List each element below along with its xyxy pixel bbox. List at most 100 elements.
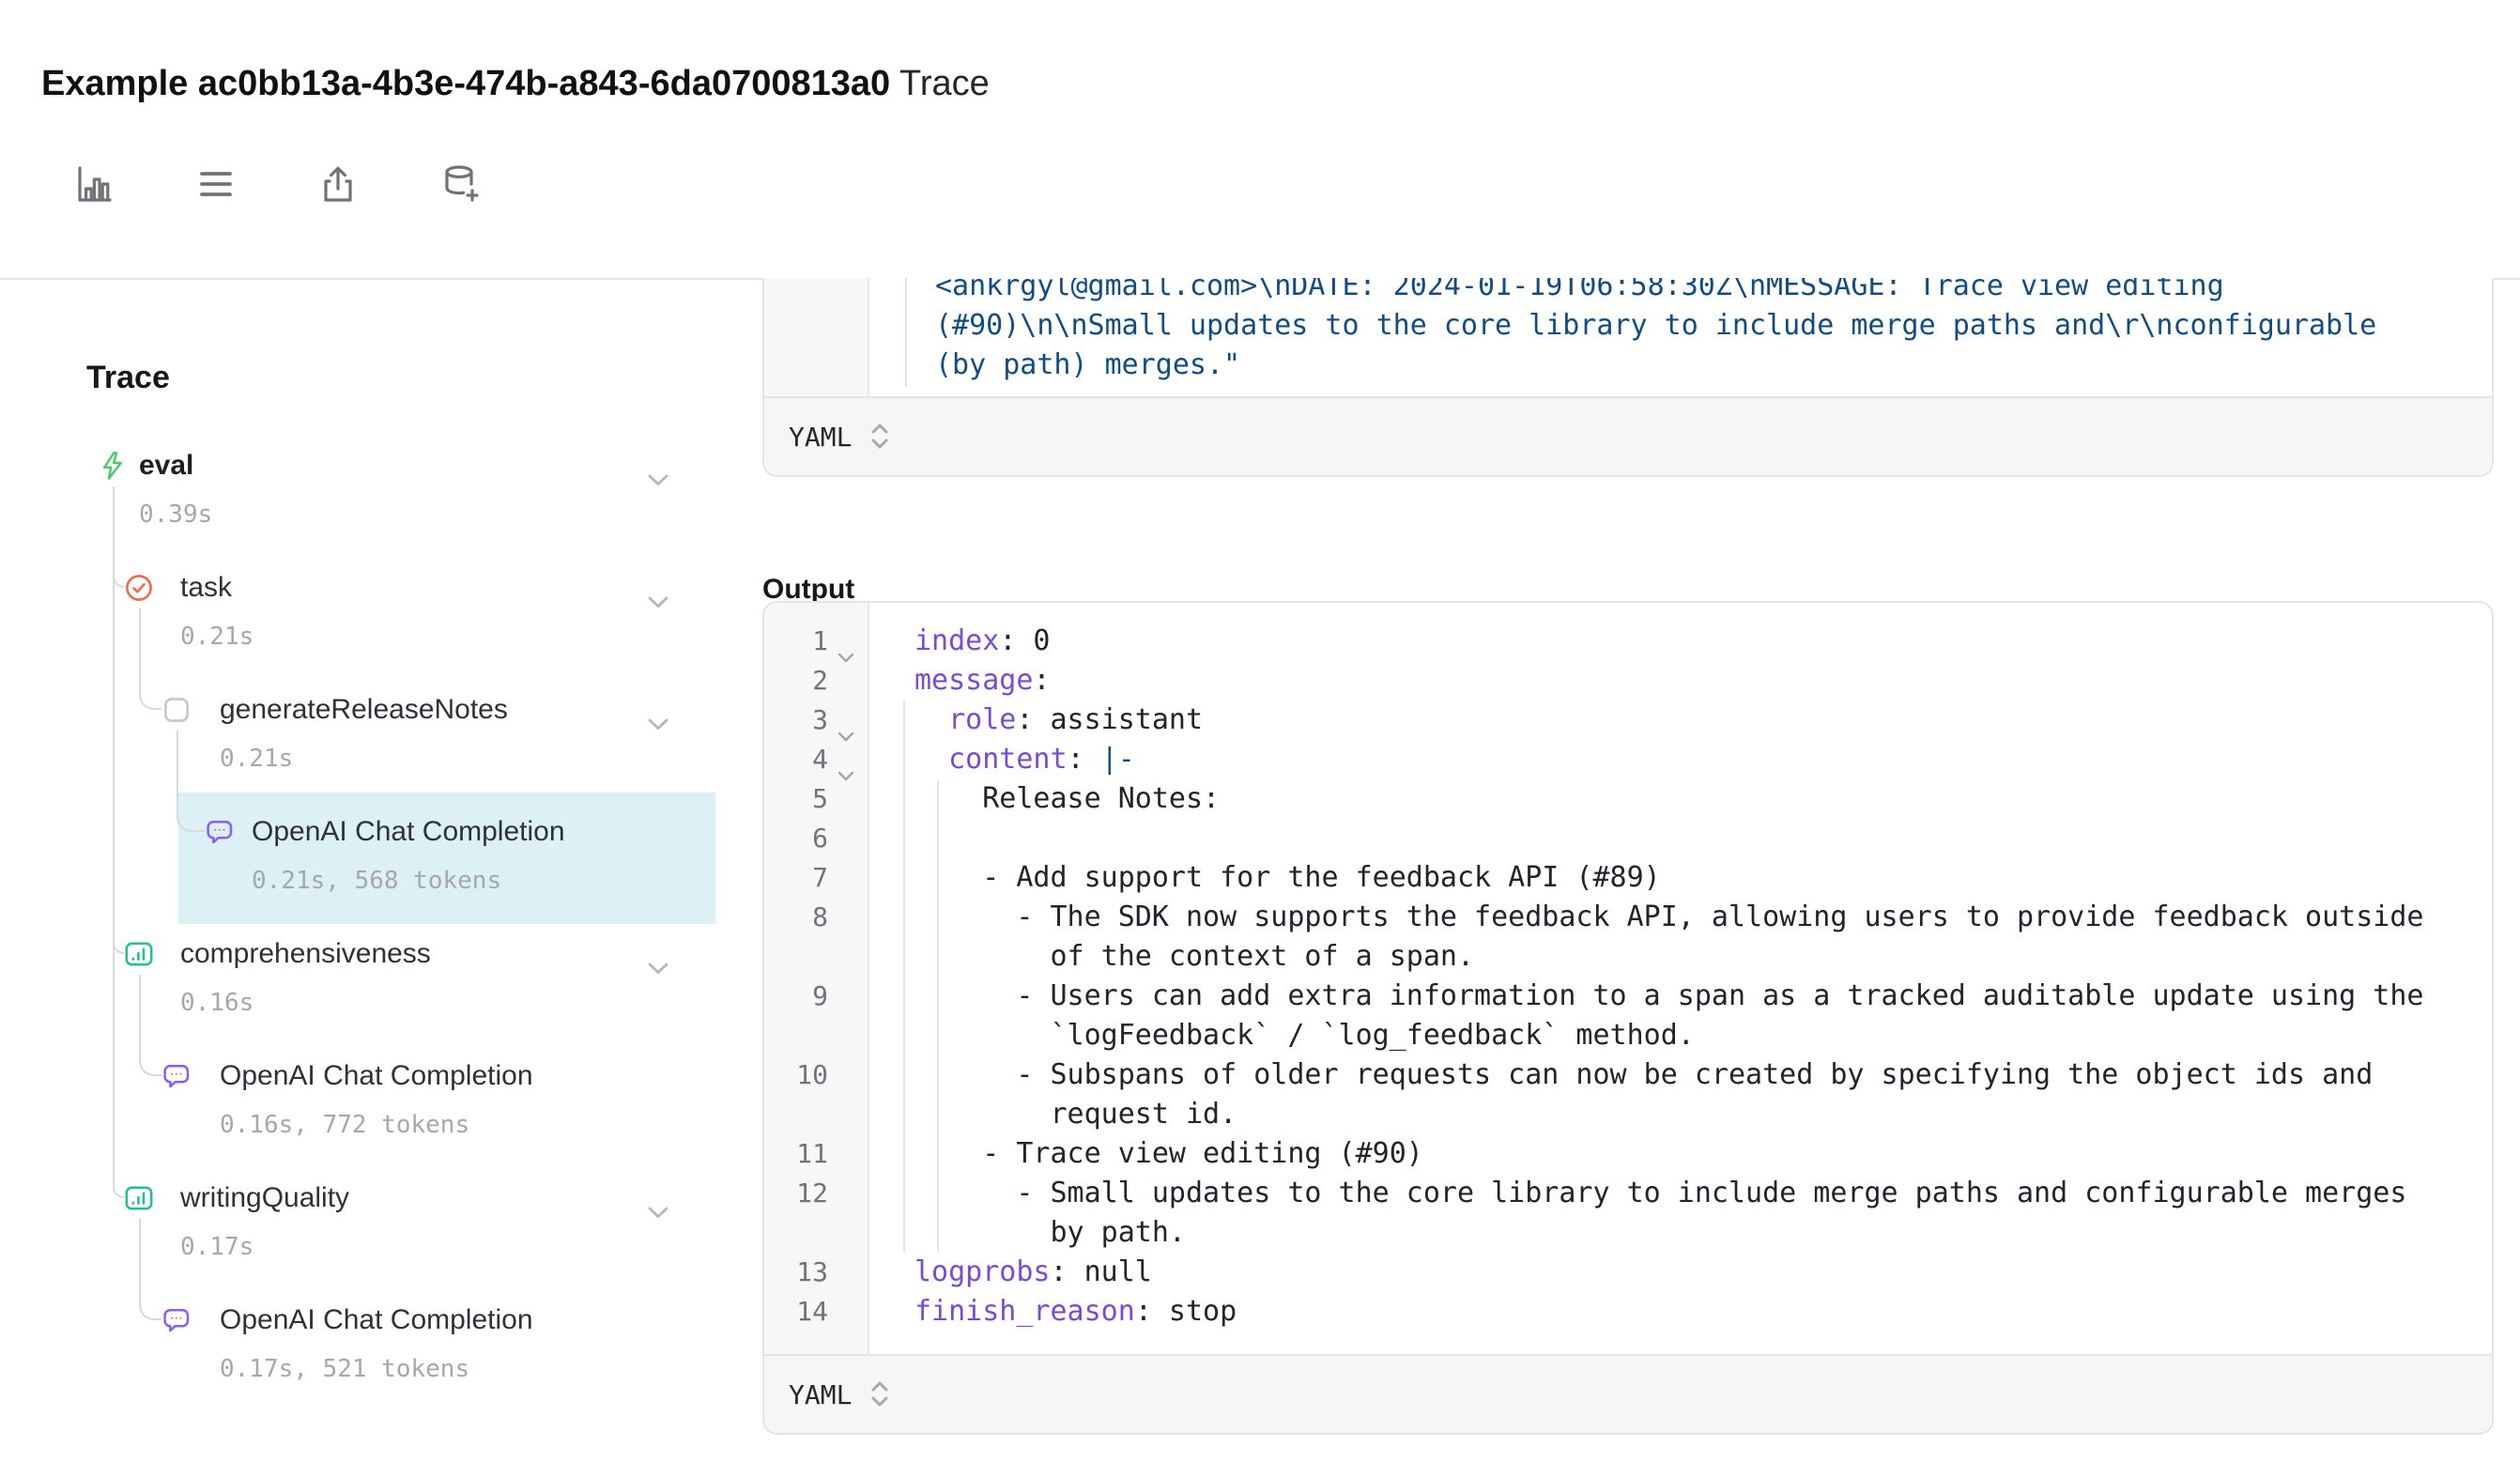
gutter-cell: 11 [764,1134,869,1174]
chevron-down-icon [648,962,668,976]
line-number: 3 [764,701,828,740]
yaml-text: - Subspans of older requests can now be … [914,1058,2373,1091]
format-selector-input[interactable]: YAML [764,396,2492,475]
tree-span-duration: 0.21s, 568 tokens [252,864,501,898]
tree-connector-line [139,608,161,710]
yaml-text: : null [1051,1255,1152,1288]
yaml-text: : assistant [1016,703,1203,736]
yaml-text [914,703,948,736]
chevron-down-icon [648,718,668,731]
format-selector-label: YAML [789,422,852,453]
trace-view-page: Example ac0bb13a-4b3e-474b-a843-6da07008… [0,0,2520,1478]
code-row: 8 - The SDK now supports the feedback AP… [764,898,2492,937]
score-chart-span-icon [124,1183,154,1213]
code-row: 14finish_reason: stop [764,1292,2492,1332]
gutter-cell: 4 [764,740,869,779]
gutter-cell: 7 [764,858,869,898]
gutter-cell: 6 [764,819,869,858]
chevron-down-icon [648,596,668,609]
gutter-cell [764,1095,869,1134]
yaml-key: content [948,743,1067,776]
code-row: 13logprobs: null [764,1253,2492,1292]
yaml-text: `logFeedback` / `log_feedback` method. [914,1019,1695,1052]
yaml-text: - Users can add extra information to a s… [914,979,2423,1012]
tree-span-duration: 0.17s, 521 tokens [220,1352,469,1386]
code-row: 1 index: 0 [764,622,2492,661]
yaml-key: role [948,703,1016,736]
score-chart-icon [124,939,154,969]
code-row: 11 - Trace view editing (#90) [764,1134,2492,1174]
indent-guide [905,278,907,387]
tree-span-label[interactable]: OpenAI Chat Completion [252,813,565,851]
line-number: 6 [764,819,828,858]
code-line-text: Release Notes: [869,779,2492,819]
check-circle-span-icon [124,573,154,603]
span-collapse-chevron[interactable] [648,1193,668,1206]
tree-span-label[interactable]: OpenAI Chat Completion [220,1057,533,1095]
code-line-text: - Users can add extra information to a s… [869,977,2492,1016]
chat-bubble-span-icon [161,1305,192,1335]
yaml-text: Release Notes: [914,782,1220,815]
yaml-text: - Add support for the feedback API (#89) [914,861,1661,894]
gutter-cell [764,937,869,977]
chat-bubble-span-icon [161,1061,192,1091]
line-number: 12 [764,1174,828,1213]
yaml-text: : 0 [999,624,1050,657]
code-line-text: - The SDK now supports the feedback API,… [869,898,2492,937]
gutter-cell: 13 [764,1253,869,1292]
tree-connector-line [113,486,124,1198]
gutter-cell: 5 [764,779,869,819]
code-row: 3 role: assistant [764,701,2492,740]
yaml-text: : [1033,664,1050,697]
span-collapse-chevron[interactable] [648,460,668,473]
tree-span-label[interactable]: comprehensiveness [180,935,431,973]
tree-span-label[interactable]: OpenAI Chat Completion [220,1301,533,1339]
gutter-cell: 2 [764,661,869,701]
tree-span-duration: 0.21s [180,620,254,654]
span-collapse-chevron[interactable] [648,704,668,717]
code-line-text: of the context of a span. [869,937,2492,977]
line-number: 7 [764,858,828,898]
input-code-lines: <ankrgyl@gmail.com>\nDATE: 2024-01-19T06… [935,278,2376,385]
gutter-cell: 1 [764,622,869,661]
code-line-text: finish_reason: stop [869,1292,2492,1332]
yaml-text: : stop [1135,1295,1237,1328]
square-icon [161,695,192,725]
code-line-text: by path. [869,1213,2492,1253]
yaml-string: |- [1101,743,1135,776]
gutter-cell [764,1213,869,1253]
tree-span-duration: 0.16s, 772 tokens [220,1108,469,1142]
line-number: 4 [764,740,828,779]
code-row: `logFeedback` / `log_feedback` method. [764,1016,2492,1055]
tree-span-duration: 0.39s [139,498,212,531]
tree-span-duration: 0.16s [180,986,254,1020]
chevron-down-icon [648,474,668,487]
line-number: 2 [764,661,828,701]
code-line-text: - Subspans of older requests can now be … [869,1055,2492,1095]
yaml-text: - The SDK now supports the feedback API,… [914,901,2423,933]
tree-span-label[interactable]: task [180,569,232,607]
yaml-text: - Trace view editing (#90) [914,1137,1423,1170]
output-code-body: 1index: 02message:3 role: assistant4 con… [764,603,2492,1354]
code-line-text: - Trace view editing (#90) [869,1134,2492,1174]
format-selector-output[interactable]: YAML [764,1354,2492,1433]
tree-span-label[interactable]: writingQuality [180,1179,349,1217]
yaml-key: index [914,624,999,657]
span-collapse-chevron[interactable] [648,582,668,595]
tree-span-label[interactable]: generateReleaseNotes [220,691,508,729]
updown-chevron-icon [870,1380,889,1409]
tree-connector-line [113,486,124,588]
gutter-cell: 10 [764,1055,869,1095]
selected-span-highlight [178,793,715,924]
code-line-text: role: assistant [869,701,2492,740]
code-row: request id. [764,1095,2492,1134]
span-collapse-chevron[interactable] [648,948,668,962]
yaml-text: : [1068,743,1101,776]
line-number: 1 [764,622,828,661]
tree-span-duration: 0.21s [220,742,293,776]
input-code-line: (#90)\n\nSmall updates to the core libra… [935,306,2376,346]
output-code-block: 1index: 02message:3 role: assistant4 con… [762,601,2494,1435]
tree-span-label[interactable]: eval [139,447,193,485]
code-line-text: index: 0 [869,622,2492,661]
input-code-scroll-area[interactable]: <ankrgyl@gmail.com>\nDATE: 2024-01-19T06… [764,278,2492,396]
